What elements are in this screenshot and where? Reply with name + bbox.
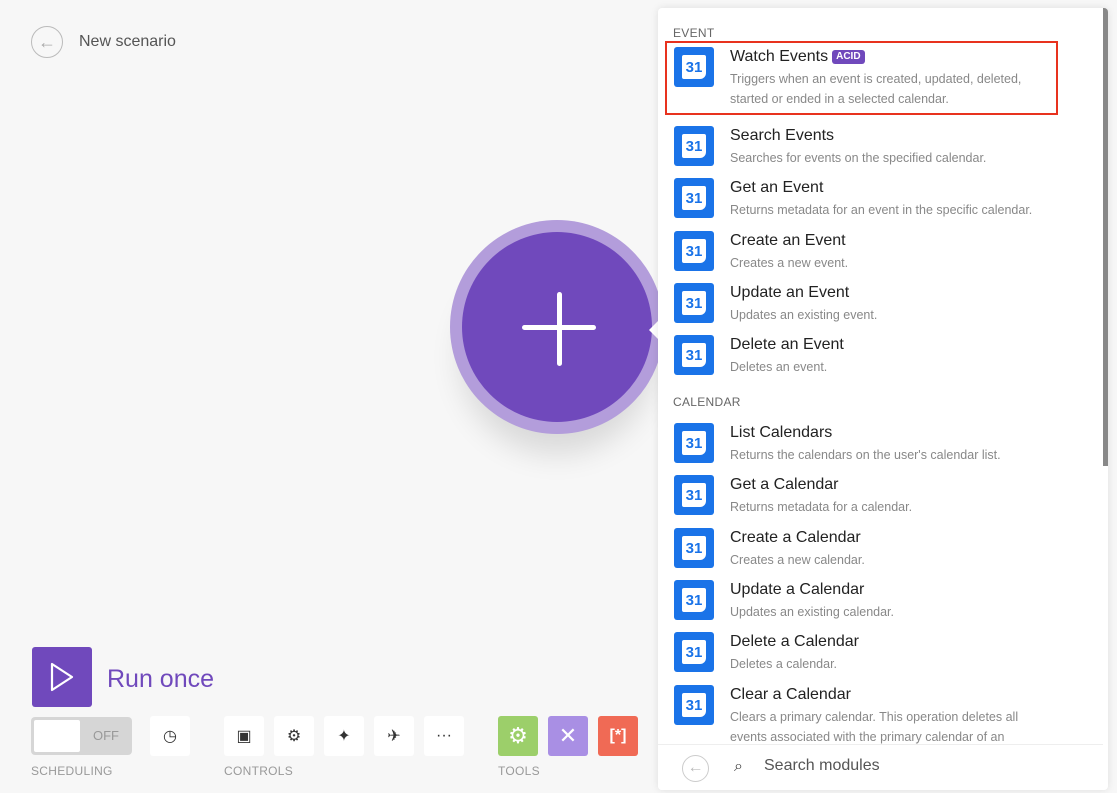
google-calendar-icon: 31 — [674, 126, 714, 166]
controls-label: CONTROLS — [224, 764, 294, 778]
calendar-day: 31 — [682, 536, 706, 560]
calendar-day: 31 — [682, 186, 706, 210]
clock-icon: ◷ — [163, 728, 177, 745]
acid-badge: ACID — [832, 50, 865, 64]
run-once-label[interactable]: Run once — [107, 665, 214, 694]
module-description: Searches for events on the specified cal… — [730, 151, 987, 165]
section-header: EVENT — [673, 26, 715, 40]
save-button[interactable]: ▣ — [224, 716, 264, 756]
floppy-icon: ▣ — [236, 728, 252, 745]
google-calendar-icon: 31 — [674, 231, 714, 271]
module-description: Returns metadata for a calendar. — [730, 500, 913, 514]
calendar-day: 31 — [682, 431, 706, 455]
calendar-day: 31 — [682, 291, 706, 315]
scenario-title[interactable]: New scenario — [79, 33, 176, 51]
module-title: Get an Event — [730, 179, 824, 196]
toggle-state: OFF — [93, 728, 119, 743]
module-title: Delete an Event — [730, 336, 844, 353]
google-calendar-icon: 31 — [674, 685, 714, 725]
module-description: Deletes an event. — [730, 360, 828, 374]
module-item[interactable]: 31 Update an Event Updates an existing eve… — [667, 279, 1056, 329]
calendar-day: 31 — [682, 693, 706, 717]
google-calendar-icon: 31 — [674, 335, 714, 375]
more-button[interactable]: ··· — [424, 716, 464, 756]
google-calendar-icon: 31 — [674, 283, 714, 323]
google-calendar-icon: 31 — [674, 528, 714, 568]
play-icon — [50, 662, 74, 692]
flow-button[interactable]: ✈ — [374, 716, 414, 756]
scrollbar[interactable] — [1103, 8, 1108, 466]
module-item[interactable]: 31 Get an Event Returns metadata for an ev… — [667, 174, 1056, 224]
text-parser-button[interactable]: [*] — [598, 716, 638, 756]
module-title: Create a Calendar — [730, 529, 861, 546]
module-item[interactable]: 31 Get a Calendar Returns metadata for a c… — [667, 471, 1056, 521]
wrench-screwdriver-icon: ✕ — [558, 723, 578, 748]
module-description: Updates an existing calendar. — [730, 605, 894, 619]
auto-align-button[interactable]: ✦ — [324, 716, 364, 756]
magic-wand-icon: ✦ — [337, 728, 351, 745]
search-input[interactable] — [764, 757, 1064, 775]
flow-control-button[interactable]: ✕ — [548, 716, 588, 756]
module-item[interactable]: 31 Create an Event Creates a new event. — [667, 227, 1056, 277]
module-title: Create an Event — [730, 232, 846, 249]
calendar-day: 31 — [682, 239, 706, 263]
tools-label: TOOLS — [498, 764, 540, 778]
calendar-day: 31 — [682, 343, 706, 367]
run-once-button[interactable] — [32, 647, 92, 707]
google-calendar-icon: 31 — [674, 423, 714, 463]
google-calendar-icon: 31 — [674, 632, 714, 672]
plus-icon — [462, 232, 652, 422]
add-module-button[interactable] — [450, 220, 664, 434]
module-item[interactable]: 31 Watch Events ACID Triggers when an event… — [665, 41, 1058, 115]
panel-footer: ← ⌕ — [658, 744, 1103, 790]
module-description: Updates an existing event. — [730, 308, 878, 322]
calendar-day: 31 — [682, 134, 706, 158]
tools-button[interactable]: ⚙ — [498, 716, 538, 756]
brackets-icon: [*] — [609, 727, 627, 744]
module-title: Update a Calendar — [730, 581, 865, 598]
calendar-day: 31 — [682, 588, 706, 612]
module-item[interactable]: 31 Create a Calendar Creates a new calenda… — [667, 524, 1056, 574]
module-item[interactable]: 31 List Calendars Returns the calendars on… — [667, 419, 1056, 469]
calendar-day: 31 — [682, 640, 706, 664]
arrow-left-icon: ← — [38, 31, 56, 52]
module-title: Clear a Calendar — [730, 686, 851, 703]
airplane-icon: ✈ — [387, 728, 401, 745]
scheduling-label: SCHEDULING — [31, 764, 113, 778]
module-description: Triggers when an event is created, updat… — [730, 72, 1022, 106]
module-picker-panel: EVENT 31 Watch Events ACID Triggers when an … — [658, 8, 1108, 790]
module-description: Returns the calendars on the user's cale… — [730, 448, 1001, 462]
panel-back-button[interactable]: ← — [682, 755, 709, 782]
more-icon: ··· — [436, 727, 452, 744]
module-description: Creates a new calendar. — [730, 553, 865, 567]
module-title: List Calendars — [730, 424, 833, 441]
back-button[interactable]: ← — [31, 26, 63, 58]
module-title: Update an Event — [730, 284, 850, 301]
schedule-clock-button[interactable]: ◷ — [150, 716, 190, 756]
google-calendar-icon: 31 — [674, 475, 714, 515]
module-title: Get a Calendar — [730, 476, 839, 493]
module-item[interactable]: 31 Update a Calendar Updates an existing c… — [667, 576, 1056, 626]
module-item[interactable]: 31 Delete an Event Deletes an event. — [667, 331, 1056, 381]
module-description: Returns metadata for an event in the spe… — [730, 203, 1033, 217]
calendar-day: 31 — [682, 483, 706, 507]
search-icon: ⌕ — [734, 758, 743, 775]
module-description: Deletes a calendar. — [730, 657, 838, 671]
gear-icon: ⚙ — [508, 723, 528, 748]
module-description: Creates a new event. — [730, 256, 849, 270]
section-header: CALENDAR — [673, 395, 741, 409]
google-calendar-icon: 31 — [674, 580, 714, 620]
module-title: Delete a Calendar — [730, 633, 859, 650]
module-title: Search Events — [730, 127, 835, 144]
scheduling-toggle[interactable]: OFF — [31, 717, 132, 755]
google-calendar-icon: 31 — [674, 47, 714, 87]
module-item[interactable]: 31 Search Events Searches for events on th… — [667, 122, 1056, 172]
google-calendar-icon: 31 — [674, 178, 714, 218]
gear-icon: ⚙ — [286, 728, 302, 745]
module-item[interactable]: 31 Delete a Calendar Deletes a calendar. — [667, 628, 1056, 678]
settings-button[interactable]: ⚙ — [274, 716, 314, 756]
calendar-day: 31 — [682, 55, 706, 79]
module-title: Watch Events — [730, 48, 829, 65]
